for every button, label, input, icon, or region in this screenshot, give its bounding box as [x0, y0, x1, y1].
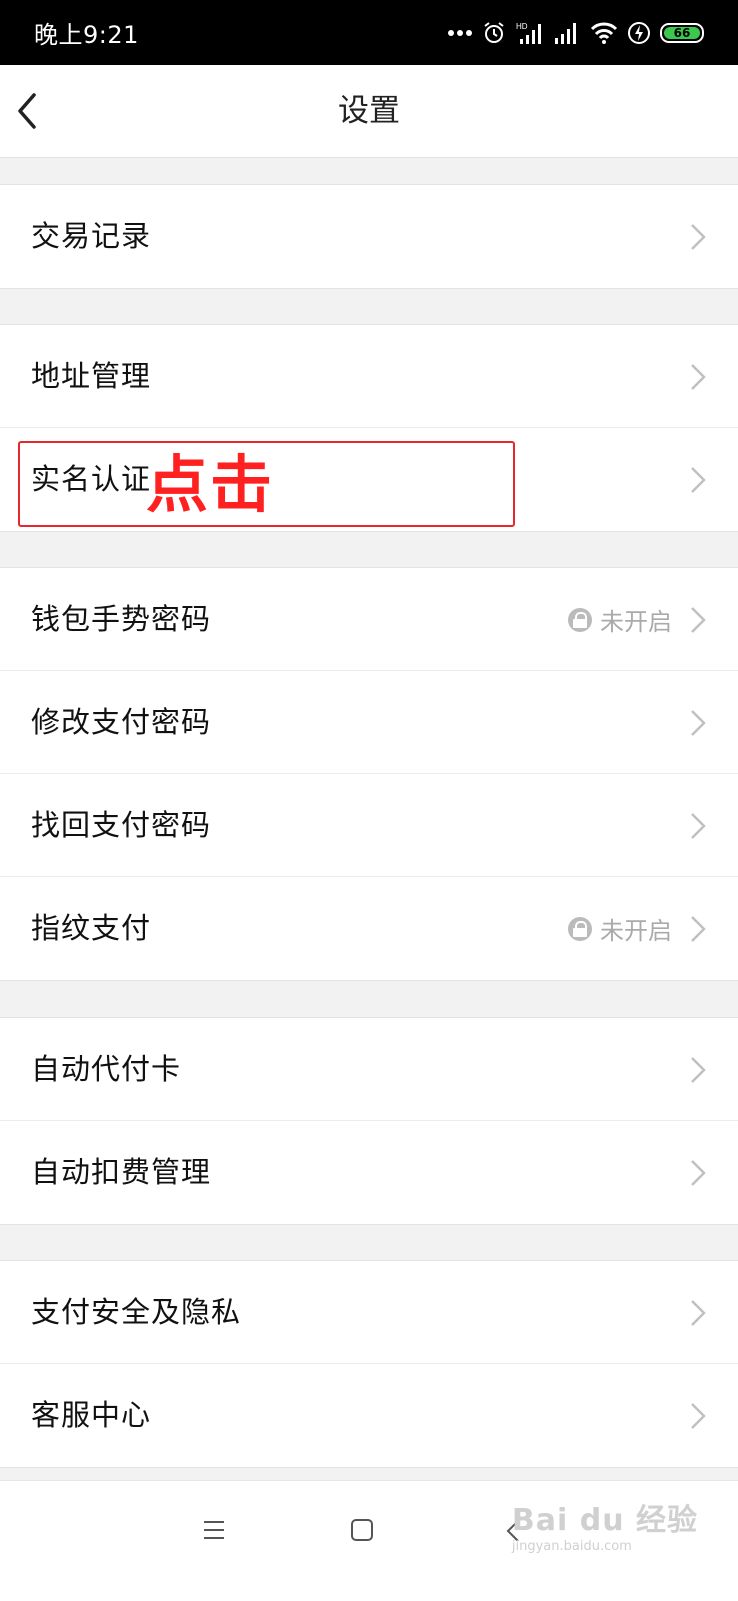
chevron-right-icon — [691, 1403, 706, 1429]
settings-item-label: 找回支付密码 — [31, 808, 212, 842]
status-text: 未开启 — [568, 568, 672, 671]
settings-item-customer-service[interactable]: 客服中心 — [0, 1364, 738, 1467]
settings-item-recover-payment-password[interactable]: 找回支付密码 — [0, 774, 738, 877]
settings-group-records: 交易记录 — [0, 184, 738, 289]
settings-item-fingerprint-payment[interactable]: 指纹支付 未开启 — [0, 877, 738, 980]
watermark-logo: Bai du 经验 jingyan.baidu.com — [512, 1495, 698, 1554]
wifi-icon — [590, 22, 618, 44]
settings-group-security: 钱包手势密码 未开启 修改支付密码 找回支付密码 指纹支付 未开启 — [0, 567, 738, 981]
settings-item-address-management[interactable]: 地址管理 — [0, 325, 738, 428]
settings-item-label: 指纹支付 — [31, 911, 152, 945]
status-icons: HD 66 — [448, 21, 704, 45]
chevron-right-icon — [691, 813, 706, 839]
chevron-right-icon — [691, 916, 706, 942]
header: 设置 — [0, 65, 738, 158]
settings-item-auto-pay-card[interactable]: 自动代付卡 — [0, 1018, 738, 1121]
settings-item-label: 自动扣费管理 — [31, 1155, 212, 1189]
settings-item-transaction-records[interactable]: 交易记录 — [0, 185, 738, 288]
status-bar: 晚上9:21 HD 66 — [0, 0, 738, 65]
settings-item-change-payment-password[interactable]: 修改支付密码 — [0, 671, 738, 774]
status-text: 未开启 — [568, 877, 672, 980]
settings-group-auto-pay: 自动代付卡 自动扣费管理 — [0, 1017, 738, 1225]
page-title: 设置 — [338, 93, 400, 129]
chevron-right-icon — [691, 224, 706, 250]
settings-item-label: 修改支付密码 — [31, 705, 212, 739]
chevron-right-icon — [691, 1300, 706, 1326]
battery-level: 66 — [673, 25, 691, 40]
alarm-icon — [484, 21, 504, 43]
more-dots-icon — [448, 29, 472, 36]
watermark-brand: Bai du 经验 — [511, 1503, 698, 1538]
settings-item-wallet-gesture-password[interactable]: 钱包手势密码 未开启 — [0, 568, 738, 671]
watermark-url: jingyan.baidu.com — [511, 1539, 632, 1554]
settings-group-support: 支付安全及隐私 客服中心 — [0, 1260, 738, 1468]
status-label: 未开启 — [600, 917, 672, 945]
chevron-right-icon — [691, 607, 706, 633]
settings-item-label: 交易记录 — [31, 219, 152, 253]
lock-icon — [568, 916, 592, 941]
settings-item-label: 自动代付卡 — [31, 1052, 182, 1086]
settings-item-label: 支付安全及隐私 — [31, 1295, 242, 1329]
settings-item-auto-deduction-management[interactable]: 自动扣费管理 — [0, 1121, 738, 1224]
signal-icon — [555, 22, 576, 44]
hd-signal-icon: HD — [516, 22, 541, 44]
battery-icon: 66 — [660, 22, 704, 43]
chevron-right-icon — [691, 710, 706, 736]
home-square-icon[interactable] — [350, 1519, 374, 1541]
menu-icon[interactable] — [202, 1519, 226, 1541]
charging-icon — [628, 21, 650, 44]
settings-item-payment-security-privacy[interactable]: 支付安全及隐私 — [0, 1261, 738, 1364]
settings-item-label: 钱包手势密码 — [31, 602, 212, 636]
lock-icon — [568, 607, 592, 632]
chevron-right-icon — [691, 1057, 706, 1083]
chevron-right-icon — [691, 364, 706, 390]
chevron-right-icon — [691, 1160, 706, 1186]
settings-item-label: 客服中心 — [31, 1398, 152, 1432]
annotation-label: 点击 — [146, 448, 275, 521]
status-label: 未开启 — [600, 608, 672, 636]
svg-text:HD: HD — [516, 22, 528, 31]
chevron-right-icon — [691, 467, 706, 493]
status-time: 晚上9:21 — [34, 21, 139, 49]
settings-item-label: 地址管理 — [31, 359, 152, 393]
